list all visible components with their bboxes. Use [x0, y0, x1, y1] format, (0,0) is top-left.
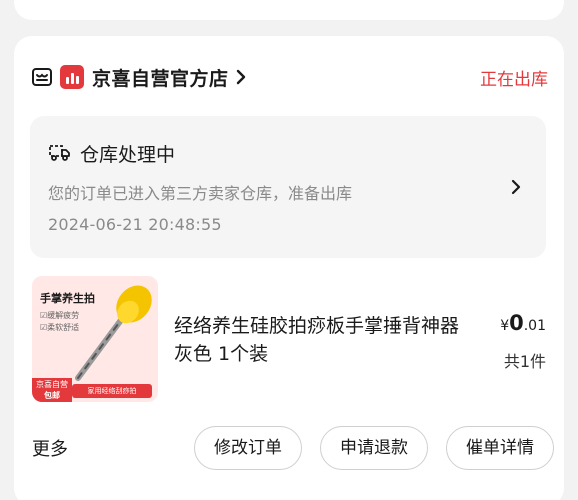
more-button[interactable]: 更多	[32, 435, 68, 461]
price-symbol: ¥	[500, 318, 510, 334]
shop-icon	[30, 65, 54, 89]
logistics-timestamp: 2024-06-21 20:48:55	[48, 215, 222, 234]
store-header[interactable]: 京喜自营官方店 正在出库	[30, 62, 548, 92]
request-refund-button[interactable]: 申请退款	[320, 426, 428, 470]
logistics-title-row: 仓库处理中	[48, 140, 175, 167]
chevron-right-icon	[235, 69, 249, 85]
order-actions: 更多 修改订单 申请退款 催单详情	[30, 426, 554, 470]
thumb-banner: 家用经络刮痧拍	[72, 384, 152, 398]
thumb-badge: 京喜自营 包邮	[32, 378, 72, 402]
price-decimal: .01	[523, 318, 546, 334]
logistics-panel[interactable]: 仓库处理中 您的订单已进入第三方卖家仓库，准备出库 2024-06-21 20:…	[30, 116, 546, 258]
order-card: 京喜自营官方店 正在出库 仓库处理中 您的订单已进入第三方卖家仓库，准备出库 2…	[14, 36, 564, 500]
delivery-truck-icon	[48, 142, 72, 166]
thumb-badge-text: 京喜自营	[36, 380, 68, 389]
logistics-title: 仓库处理中	[80, 144, 176, 166]
logistics-description: 您的订单已进入第三方卖家仓库，准备出库	[48, 184, 353, 203]
chevron-right-icon[interactable]	[510, 178, 524, 196]
jd-self-operated-icon	[60, 65, 84, 89]
modify-order-button[interactable]: 修改订单	[194, 426, 302, 470]
order-status: 正在出库	[480, 69, 548, 90]
product-image	[75, 285, 152, 381]
thumb-badge-text: 包邮	[44, 391, 60, 400]
price-integer: 0	[509, 311, 524, 335]
previous-card	[14, 0, 564, 20]
product-price: ¥0.01	[500, 311, 546, 335]
product-item[interactable]: 手掌养生拍 ☑缓解疲劳 ☑柔软舒适 京喜自营 包邮 家用经络刮痧拍 经络养生硅胶…	[30, 274, 546, 404]
product-name[interactable]: 经络养生硅胶拍痧板手掌捶背神器 灰色 1个装	[174, 312, 464, 368]
store-name: 京喜自营官方店	[92, 67, 229, 90]
product-quantity: 共1件	[503, 352, 546, 371]
product-thumbnail[interactable]: 手掌养生拍 ☑缓解疲劳 ☑柔软舒适 京喜自营 包邮 家用经络刮痧拍	[32, 276, 158, 402]
urge-order-button[interactable]: 催单详情	[446, 426, 554, 470]
